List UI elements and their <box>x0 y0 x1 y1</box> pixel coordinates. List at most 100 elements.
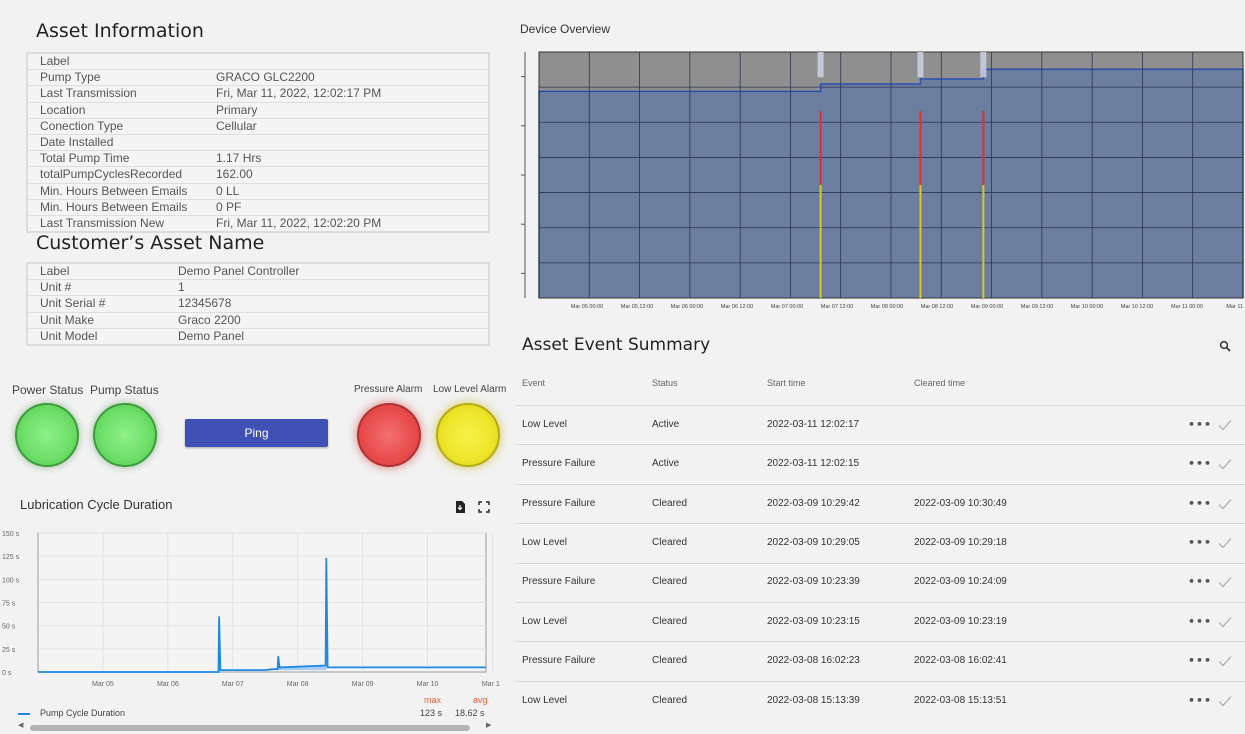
info-row-label: Label <box>40 264 70 278</box>
scroll-right-icon[interactable]: ▶ <box>486 721 491 729</box>
event-start-time-cell: 2022-03-08 16:02:23 <box>767 655 860 666</box>
y-tick-label: 150 s <box>2 531 20 538</box>
info-row: Unit Make Graco 2200 <box>28 313 488 329</box>
acknowledge-check-icon[interactable] <box>1218 616 1232 628</box>
info-row: Min. Hours Between Emails 0 LL <box>28 184 488 200</box>
event-name-cell: Low Level <box>522 695 568 706</box>
x-tick-label: Mar 06 <box>157 681 179 688</box>
pressure-alarm-label: Pressure Alarm <box>354 384 423 395</box>
info-row-value: Fri, Mar 11, 2022, 12:02:17 PM <box>216 86 382 101</box>
info-row: Unit Serial # 12345678 <box>28 296 488 313</box>
y-tick-label: 25 s <box>2 647 16 654</box>
scroll-left-icon[interactable]: ◀ <box>18 721 23 729</box>
info-row-value: 1 <box>178 280 185 295</box>
table-row[interactable] <box>515 641 1245 680</box>
table-row[interactable] <box>515 405 1245 444</box>
info-row: Unit # 1 <box>28 280 488 297</box>
fullscreen-icon[interactable] <box>478 501 490 513</box>
more-options-icon[interactable]: ••• <box>1188 418 1212 431</box>
info-row: totalPumpCyclesRecorded 162.00 <box>28 167 488 184</box>
event-name-cell: Pressure Failure <box>522 498 596 509</box>
customer-asset-table: Label Demo Panel Controller Unit #1 Unit Se… <box>26 262 490 346</box>
acknowledge-check-icon[interactable] <box>1218 458 1232 470</box>
event-highlight <box>980 52 987 78</box>
event-start-time-cell: 2022-03-08 15:13:39 <box>767 695 860 706</box>
asset-information-title: Asset Information <box>36 20 204 42</box>
info-row-label: Last Transmission <box>40 86 137 101</box>
x-tick-label: Mar 05 00:00 <box>571 304 603 310</box>
info-row-label: Location <box>40 102 86 117</box>
x-tick-label: Mar 08 <box>287 681 309 688</box>
info-row-label: Conection Type <box>40 118 124 133</box>
info-row-label: Unit Serial # <box>40 296 106 311</box>
legend-series-name[interactable]: Pump Cycle Duration <box>40 708 125 718</box>
scrollbar-thumb[interactable] <box>30 725 470 731</box>
x-tick-label: Mar 05 <box>92 681 114 688</box>
low-level-alarm-light <box>436 403 500 467</box>
info-row-value: 0 PF <box>216 199 242 214</box>
table-row[interactable] <box>515 523 1245 562</box>
info-row-label: Last Transmission New <box>40 215 165 230</box>
event-status-cell: Cleared <box>652 655 688 666</box>
table-row[interactable] <box>515 444 1245 483</box>
info-row: Label Demo Panel Controller <box>28 264 488 281</box>
x-tick-label: Mar 11 <box>482 681 500 688</box>
file-download-icon[interactable] <box>453 500 467 514</box>
info-row: Min. Hours Between Emails 0 PF <box>28 200 488 216</box>
event-name-cell: Pressure Failure <box>522 655 596 666</box>
x-tick-label: Mar 10 12:00 <box>1121 304 1153 310</box>
column-header-start-time[interactable]: Start time <box>767 378 806 388</box>
more-options-icon[interactable]: ••• <box>1188 654 1212 667</box>
info-row: Location Primary <box>28 103 488 119</box>
ping-button[interactable]: Ping <box>185 419 328 447</box>
event-name-cell: Pressure Failure <box>522 458 596 469</box>
info-row-label: Unit Model <box>40 328 98 343</box>
search-icon[interactable] <box>1219 340 1231 352</box>
acknowledge-check-icon[interactable] <box>1218 498 1232 510</box>
x-tick-label: Mar 06 00:00 <box>671 304 703 310</box>
more-options-icon[interactable]: ••• <box>1188 575 1212 588</box>
table-row[interactable] <box>515 563 1245 602</box>
max-header: max <box>424 695 442 705</box>
event-summary-title: Asset Event Summary <box>522 335 711 355</box>
acknowledge-check-icon[interactable] <box>1218 655 1232 667</box>
more-options-icon[interactable]: ••• <box>1188 457 1212 470</box>
info-row: Total Pump Time 1.17 Hrs <box>28 151 488 168</box>
more-options-icon[interactable]: ••• <box>1188 536 1212 549</box>
power-status-label: Power Status <box>12 383 84 397</box>
avg-header: avg <box>473 695 488 705</box>
more-options-icon[interactable]: ••• <box>1188 497 1212 510</box>
more-options-icon[interactable]: ••• <box>1188 694 1212 707</box>
acknowledge-check-icon[interactable] <box>1218 419 1232 431</box>
event-highlight <box>917 52 924 78</box>
acknowledge-check-icon[interactable] <box>1218 695 1232 707</box>
x-tick-label: Mar 08 12:00 <box>921 304 953 310</box>
low-level-alarm-label: Low Level Alarm <box>433 384 507 395</box>
column-header-status[interactable]: Status <box>652 378 678 388</box>
x-tick-label: Mar 11 1 <box>1226 304 1245 310</box>
column-header-cleared-time[interactable]: Cleared time <box>914 378 965 388</box>
event-status-cell: Active <box>652 458 680 469</box>
legend-scrollbar[interactable]: ◀ ▶ <box>18 721 491 732</box>
event-status-cell: Cleared <box>652 498 688 509</box>
x-tick-label: Mar 10 00:00 <box>1071 304 1103 310</box>
column-header-event[interactable]: Event <box>522 378 545 388</box>
event-cleared-time-cell: 2022-03-09 10:29:18 <box>914 537 1007 548</box>
x-tick-label: Mar 09 <box>352 681 374 688</box>
table-row[interactable] <box>515 681 1245 720</box>
info-row-label: Unit # <box>40 280 72 295</box>
table-row[interactable] <box>515 484 1245 523</box>
event-status-cell: Cleared <box>652 695 688 706</box>
event-start-time-cell: 2022-03-09 10:23:15 <box>767 616 860 627</box>
info-row-value: Demo Panel <box>178 328 245 343</box>
device-overview-title: Device Overview <box>520 22 611 36</box>
x-tick-label: Mar 09 00:00 <box>971 304 1003 310</box>
more-options-icon[interactable]: ••• <box>1188 615 1212 628</box>
info-row-label: Label <box>40 54 70 68</box>
event-status-cell: Cleared <box>652 576 688 587</box>
power-status-light <box>15 403 79 467</box>
acknowledge-check-icon[interactable] <box>1218 537 1232 549</box>
info-row-label: totalPumpCyclesRecorded <box>40 167 183 182</box>
table-row[interactable] <box>515 602 1245 641</box>
acknowledge-check-icon[interactable] <box>1218 576 1232 588</box>
